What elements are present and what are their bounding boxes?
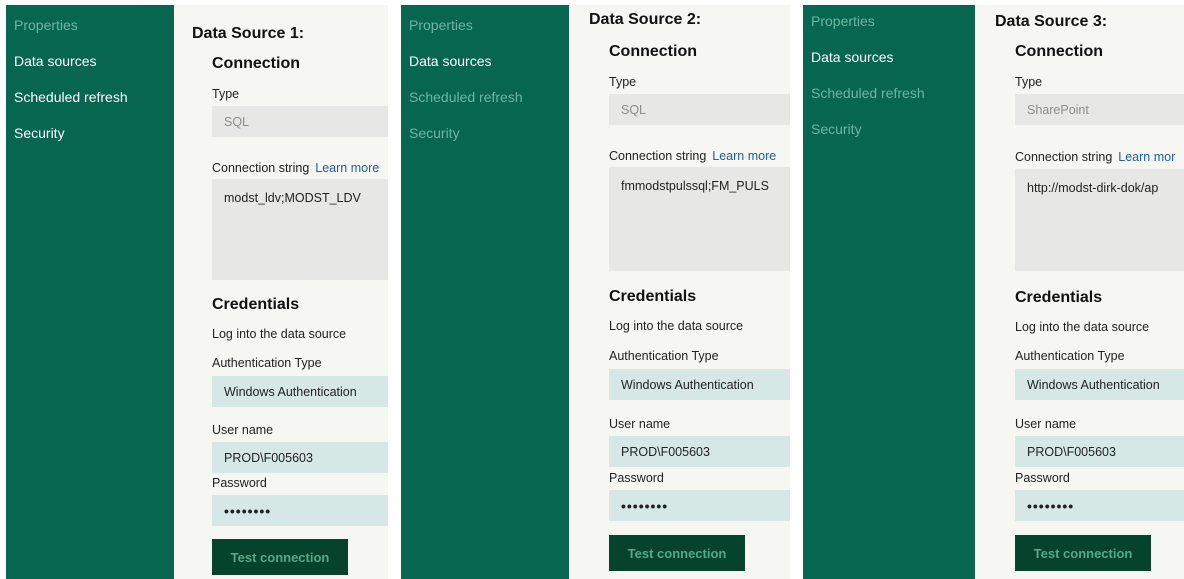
- nav-item-data-sources[interactable]: Data sources: [409, 53, 491, 69]
- credentials-heading: Credentials: [1015, 289, 1103, 306]
- nav-item-scheduled-refresh[interactable]: Scheduled refresh: [14, 89, 128, 105]
- connection-heading: Connection: [1015, 43, 1103, 60]
- content-area: Data Source 2: Connection Type SQL Conne…: [571, 5, 790, 579]
- type-field[interactable]: SQL: [212, 106, 388, 137]
- auth-type-select[interactable]: Windows Authentication: [1015, 369, 1184, 400]
- learn-more-link[interactable]: Learn more: [712, 149, 776, 163]
- nav-item-security[interactable]: Security: [14, 125, 65, 141]
- learn-more-link[interactable]: Learn mor: [1118, 150, 1175, 164]
- learn-more-link[interactable]: Learn more: [315, 161, 379, 175]
- login-hint: Log into the data source: [609, 319, 744, 333]
- type-label: Type: [1015, 75, 1043, 89]
- test-connection-button[interactable]: Test connection: [212, 539, 348, 575]
- nav-item-data-sources[interactable]: Data sources: [14, 53, 96, 69]
- user-name-label: User name: [609, 417, 671, 431]
- data-source-title: Data Source 1:: [192, 25, 305, 42]
- login-hint: Log into the data source: [1015, 320, 1150, 334]
- data-source-panel-1: Properties Data sources Scheduled refres…: [6, 5, 388, 579]
- credentials-heading: Credentials: [212, 296, 300, 313]
- nav-item-scheduled-refresh[interactable]: Scheduled refresh: [811, 85, 925, 101]
- data-source-panel-3: Properties Data sources Scheduled refres…: [803, 5, 1184, 579]
- password-label: Password: [1015, 471, 1070, 485]
- nav-item-properties[interactable]: Properties: [811, 13, 875, 29]
- test-connection-button[interactable]: Test connection: [609, 535, 745, 571]
- connection-string-field[interactable]: fmmodstpulssql;FM_PULS: [609, 167, 790, 271]
- content-area: Data Source 1: Connection Type SQL Conne…: [174, 5, 388, 579]
- password-label: Password: [609, 471, 664, 485]
- sidebar: Properties Data sources Scheduled refres…: [401, 5, 569, 579]
- data-source-title: Data Source 3:: [995, 13, 1108, 30]
- nav-item-scheduled-refresh[interactable]: Scheduled refresh: [409, 89, 523, 105]
- nav-item-properties[interactable]: Properties: [409, 17, 473, 33]
- connection-string-label: Connection string Learn more: [609, 149, 777, 163]
- type-field[interactable]: SQL: [609, 94, 790, 125]
- connection-heading: Connection: [212, 55, 300, 72]
- nav-item-properties[interactable]: Properties: [14, 17, 78, 33]
- connection-heading: Connection: [609, 43, 697, 60]
- user-name-input[interactable]: PROD\F005603: [1015, 436, 1184, 467]
- connection-string-label: Connection string Learn more: [212, 161, 380, 175]
- password-input[interactable]: ••••••••: [609, 490, 790, 521]
- auth-type-select[interactable]: Windows Authentication: [212, 376, 388, 407]
- login-hint: Log into the data source: [212, 327, 347, 341]
- password-label: Password: [212, 476, 267, 490]
- user-name-input[interactable]: PROD\F005603: [609, 436, 790, 467]
- credentials-heading: Credentials: [609, 288, 697, 305]
- sidebar: Properties Data sources Scheduled refres…: [803, 5, 975, 579]
- type-label: Type: [212, 87, 240, 101]
- user-name-label: User name: [1015, 417, 1077, 431]
- user-name-label: User name: [212, 423, 274, 437]
- type-label: Type: [609, 75, 637, 89]
- type-field[interactable]: SharePoint: [1015, 94, 1184, 125]
- auth-type-label: Authentication Type: [1015, 349, 1125, 363]
- connection-string-label: Connection string Learn mor: [1015, 150, 1176, 164]
- nav-item-data-sources[interactable]: Data sources: [811, 49, 893, 65]
- test-connection-button[interactable]: Test connection: [1015, 535, 1151, 571]
- auth-type-label: Authentication Type: [609, 349, 719, 363]
- auth-type-label: Authentication Type: [212, 356, 322, 370]
- connection-string-field[interactable]: http://modst-dirk-dok/ap: [1015, 169, 1184, 271]
- connection-string-field[interactable]: modst_ldv;MODST_LDV: [212, 179, 388, 280]
- nav-item-security[interactable]: Security: [811, 121, 862, 137]
- password-input[interactable]: ••••••••: [212, 495, 388, 526]
- password-input[interactable]: ••••••••: [1015, 490, 1184, 521]
- auth-type-select[interactable]: Windows Authentication: [609, 369, 790, 400]
- nav-item-security[interactable]: Security: [409, 125, 460, 141]
- user-name-input[interactable]: PROD\F005603: [212, 442, 388, 473]
- data-source-title: Data Source 2:: [589, 11, 702, 28]
- data-source-panel-2: Properties Data sources Scheduled refres…: [401, 5, 790, 579]
- sidebar: Properties Data sources Scheduled refres…: [6, 5, 174, 579]
- content-area: Data Source 3: Connection Type SharePoin…: [977, 5, 1184, 579]
